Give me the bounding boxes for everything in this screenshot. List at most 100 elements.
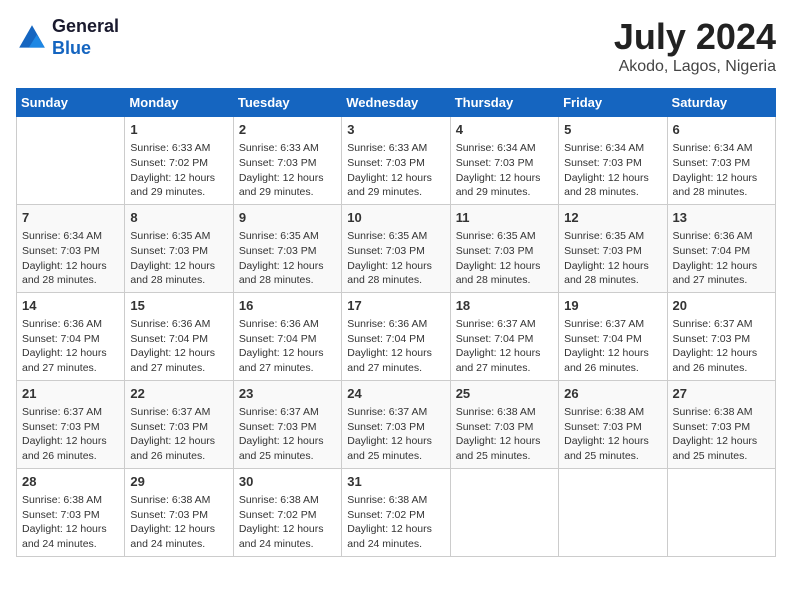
day-number: 15: [130, 297, 227, 315]
day-info: Sunrise: 6:33 AM Sunset: 7:03 PM Dayligh…: [239, 141, 336, 200]
column-header-thursday: Thursday: [450, 89, 558, 117]
week-row-5: 28Sunrise: 6:38 AM Sunset: 7:03 PM Dayli…: [17, 468, 776, 556]
calendar-cell: 9 Sunrise: 6:35 AM Sunset: 7:03 PM Daylig…: [233, 204, 341, 292]
calendar-cell: 31 Sunrise: 6:38 AM Sunset: 7:02 PM Dayli…: [342, 468, 450, 556]
day-number: 25: [456, 385, 553, 403]
day-info: Sunrise: 6:35 AM Sunset: 7:03 PM Dayligh…: [564, 229, 661, 288]
day-number: 23: [239, 385, 336, 403]
week-row-2: 7 Sunrise: 6:34 AM Sunset: 7:03 PM Daylig…: [17, 204, 776, 292]
calendar-cell: 19 Sunrise: 6:37 AM Sunset: 7:04 PM Dayli…: [559, 292, 667, 380]
day-info: Sunrise: 6:38 AM Sunset: 7:03 PM Dayligh…: [564, 405, 661, 464]
day-number: 6: [673, 121, 770, 139]
day-info: Sunrise: 6:37 AM Sunset: 7:03 PM Dayligh…: [22, 405, 119, 464]
calendar-cell: 2 Sunrise: 6:33 AM Sunset: 7:03 PM Daylig…: [233, 117, 341, 205]
day-info: Sunrise: 6:38 AM Sunset: 7:03 PM Dayligh…: [22, 493, 119, 552]
calendar-cell: 29Sunrise: 6:38 AM Sunset: 7:03 PM Dayli…: [125, 468, 233, 556]
week-row-3: 14 Sunrise: 6:36 AM Sunset: 7:04 PM Dayli…: [17, 292, 776, 380]
column-header-monday: Monday: [125, 89, 233, 117]
day-number: 24: [347, 385, 444, 403]
calendar-table: SundayMondayTuesdayWednesdayThursdayFrid…: [16, 88, 776, 557]
day-number: 12: [564, 209, 661, 227]
day-number: 17: [347, 297, 444, 315]
calendar-cell: 1Sunrise: 6:33 AM Sunset: 7:02 PM Daylig…: [125, 117, 233, 205]
day-info: Sunrise: 6:36 AM Sunset: 7:04 PM Dayligh…: [239, 317, 336, 376]
day-number: 2: [239, 121, 336, 139]
day-info: Sunrise: 6:35 AM Sunset: 7:03 PM Dayligh…: [130, 229, 227, 288]
calendar-cell: 7 Sunrise: 6:34 AM Sunset: 7:03 PM Daylig…: [17, 204, 125, 292]
week-row-1: 1Sunrise: 6:33 AM Sunset: 7:02 PM Daylig…: [17, 117, 776, 205]
days-header-row: SundayMondayTuesdayWednesdayThursdayFrid…: [17, 89, 776, 117]
day-number: 30: [239, 473, 336, 491]
day-number: 29: [130, 473, 227, 491]
column-header-sunday: Sunday: [17, 89, 125, 117]
day-number: 26: [564, 385, 661, 403]
day-info: Sunrise: 6:33 AM Sunset: 7:03 PM Dayligh…: [347, 141, 444, 200]
day-number: 10: [347, 209, 444, 227]
day-info: Sunrise: 6:38 AM Sunset: 7:02 PM Dayligh…: [347, 493, 444, 552]
day-info: Sunrise: 6:37 AM Sunset: 7:03 PM Dayligh…: [673, 317, 770, 376]
day-info: Sunrise: 6:35 AM Sunset: 7:03 PM Dayligh…: [347, 229, 444, 288]
day-number: 14: [22, 297, 119, 315]
column-header-saturday: Saturday: [667, 89, 775, 117]
day-info: Sunrise: 6:34 AM Sunset: 7:03 PM Dayligh…: [564, 141, 661, 200]
calendar-cell: 21 Sunrise: 6:37 AM Sunset: 7:03 PM Dayli…: [17, 380, 125, 468]
day-info: Sunrise: 6:36 AM Sunset: 7:04 PM Dayligh…: [130, 317, 227, 376]
title-section: July 2024 Akodo, Lagos, Nigeria: [614, 16, 776, 76]
calendar-cell: 10 Sunrise: 6:35 AM Sunset: 7:03 PM Dayli…: [342, 204, 450, 292]
day-info: Sunrise: 6:35 AM Sunset: 7:03 PM Dayligh…: [456, 229, 553, 288]
day-info: Sunrise: 6:36 AM Sunset: 7:04 PM Dayligh…: [347, 317, 444, 376]
location-subtitle: Akodo, Lagos, Nigeria: [614, 58, 776, 76]
day-info: Sunrise: 6:34 AM Sunset: 7:03 PM Dayligh…: [22, 229, 119, 288]
calendar-cell: 27 Sunrise: 6:38 AM Sunset: 7:03 PM Dayli…: [667, 380, 775, 468]
day-number: 19: [564, 297, 661, 315]
day-info: Sunrise: 6:37 AM Sunset: 7:04 PM Dayligh…: [456, 317, 553, 376]
day-number: 27: [673, 385, 770, 403]
month-year-title: July 2024: [614, 16, 776, 58]
logo-text-blue: Blue: [52, 38, 119, 60]
calendar-cell: 26 Sunrise: 6:38 AM Sunset: 7:03 PM Dayli…: [559, 380, 667, 468]
calendar-cell: 18 Sunrise: 6:37 AM Sunset: 7:04 PM Dayli…: [450, 292, 558, 380]
day-number: 22: [130, 385, 227, 403]
day-number: 8: [130, 209, 227, 227]
calendar-cell: [667, 468, 775, 556]
day-number: 5: [564, 121, 661, 139]
day-number: 21: [22, 385, 119, 403]
calendar-cell: 16Sunrise: 6:36 AM Sunset: 7:04 PM Dayli…: [233, 292, 341, 380]
logo-icon: [16, 22, 48, 54]
day-info: Sunrise: 6:38 AM Sunset: 7:03 PM Dayligh…: [673, 405, 770, 464]
calendar-cell: [17, 117, 125, 205]
calendar-cell: 15 Sunrise: 6:36 AM Sunset: 7:04 PM Dayli…: [125, 292, 233, 380]
calendar-cell: 25Sunrise: 6:38 AM Sunset: 7:03 PM Dayli…: [450, 380, 558, 468]
day-number: 18: [456, 297, 553, 315]
day-info: Sunrise: 6:37 AM Sunset: 7:03 PM Dayligh…: [347, 405, 444, 464]
calendar-cell: 22Sunrise: 6:37 AM Sunset: 7:03 PM Dayli…: [125, 380, 233, 468]
day-number: 1: [130, 121, 227, 139]
day-info: Sunrise: 6:37 AM Sunset: 7:03 PM Dayligh…: [239, 405, 336, 464]
day-number: 4: [456, 121, 553, 139]
day-info: Sunrise: 6:36 AM Sunset: 7:04 PM Dayligh…: [673, 229, 770, 288]
calendar-cell: 14Sunrise: 6:36 AM Sunset: 7:04 PM Dayli…: [17, 292, 125, 380]
calendar-cell: 11Sunrise: 6:35 AM Sunset: 7:03 PM Dayli…: [450, 204, 558, 292]
day-number: 9: [239, 209, 336, 227]
calendar-cell: 17 Sunrise: 6:36 AM Sunset: 7:04 PM Dayli…: [342, 292, 450, 380]
calendar-cell: 3Sunrise: 6:33 AM Sunset: 7:03 PM Daylig…: [342, 117, 450, 205]
calendar-cell: 28Sunrise: 6:38 AM Sunset: 7:03 PM Dayli…: [17, 468, 125, 556]
calendar-cell: 30 Sunrise: 6:38 AM Sunset: 7:02 PM Dayli…: [233, 468, 341, 556]
day-info: Sunrise: 6:38 AM Sunset: 7:02 PM Dayligh…: [239, 493, 336, 552]
week-row-4: 21 Sunrise: 6:37 AM Sunset: 7:03 PM Dayli…: [17, 380, 776, 468]
day-info: Sunrise: 6:37 AM Sunset: 7:04 PM Dayligh…: [564, 317, 661, 376]
day-info: Sunrise: 6:35 AM Sunset: 7:03 PM Dayligh…: [239, 229, 336, 288]
calendar-cell: 6 Sunrise: 6:34 AM Sunset: 7:03 PM Daylig…: [667, 117, 775, 205]
calendar-cell: 13Sunrise: 6:36 AM Sunset: 7:04 PM Dayli…: [667, 204, 775, 292]
logo: General Blue: [16, 16, 119, 59]
calendar-cell: 23 Sunrise: 6:37 AM Sunset: 7:03 PM Dayli…: [233, 380, 341, 468]
calendar-cell: 4 Sunrise: 6:34 AM Sunset: 7:03 PM Daylig…: [450, 117, 558, 205]
day-info: Sunrise: 6:34 AM Sunset: 7:03 PM Dayligh…: [456, 141, 553, 200]
day-number: 7: [22, 209, 119, 227]
column-header-wednesday: Wednesday: [342, 89, 450, 117]
calendar-cell: [559, 468, 667, 556]
day-number: 31: [347, 473, 444, 491]
day-info: Sunrise: 6:34 AM Sunset: 7:03 PM Dayligh…: [673, 141, 770, 200]
calendar-cell: 12 Sunrise: 6:35 AM Sunset: 7:03 PM Dayli…: [559, 204, 667, 292]
calendar-cell: 5 Sunrise: 6:34 AM Sunset: 7:03 PM Daylig…: [559, 117, 667, 205]
